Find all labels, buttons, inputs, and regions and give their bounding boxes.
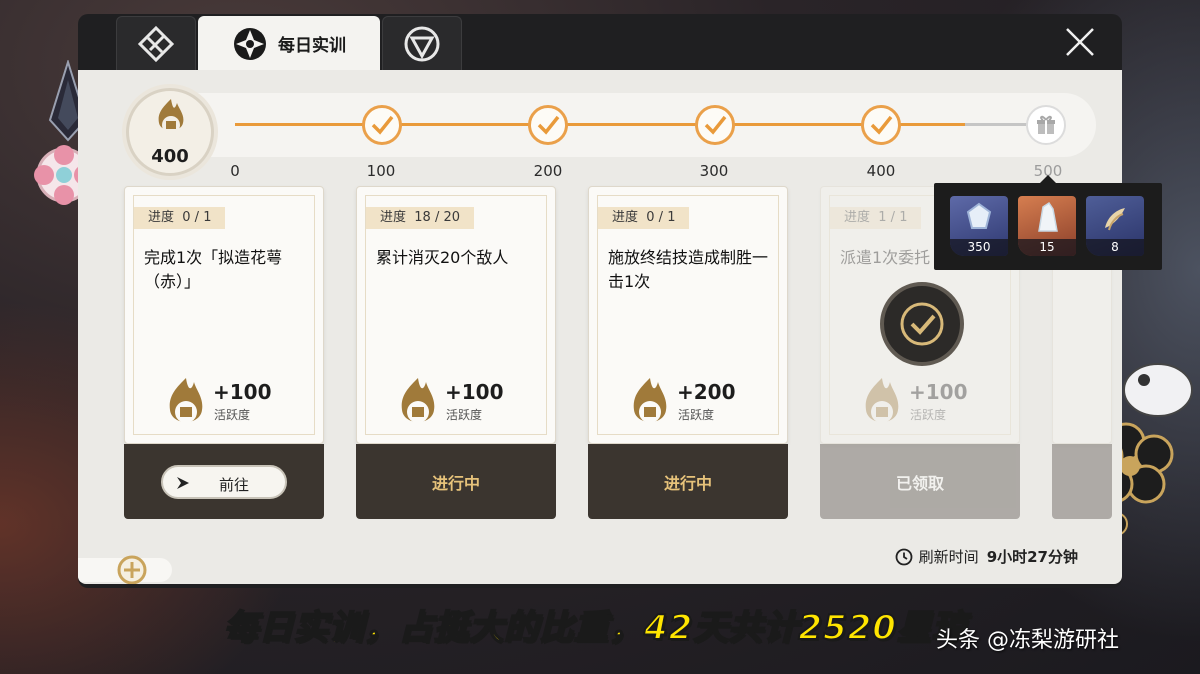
check-circle-icon <box>900 302 944 346</box>
daily-training-window: 每日实训 400 0 100 200 300 400 500 进度 0 / 1 … <box>78 14 1122 588</box>
feather-icon <box>1105 208 1125 231</box>
reward-item-count: 15 <box>1018 239 1076 256</box>
reward-value: +200 <box>677 380 736 404</box>
check-icon <box>537 115 560 135</box>
reward-label: 活跃度 <box>910 408 947 422</box>
go-button-label: 前往 <box>219 475 250 494</box>
task-card-body: 进度 18 / 20 累计消灭20个敌人 +100 活跃度 <box>356 186 556 444</box>
close-icon <box>1066 28 1094 56</box>
reward-item-count: 8 <box>1086 239 1144 256</box>
reward-item-count: 350 <box>950 239 1008 256</box>
refresh-timer: 刷新时间 9小时27分钟 <box>895 546 1078 567</box>
tab-bar: 每日实训 <box>78 14 1122 70</box>
reward-value: +100 <box>213 380 272 404</box>
task-card: 进度 18 / 20 累计消灭20个敌人 +100 活跃度 进行中 <box>356 186 556 519</box>
task-description: 累计消灭20个敌人 <box>376 248 509 267</box>
progress-line-todo <box>965 123 1027 126</box>
refresh-label: 刷新时间 <box>918 548 979 566</box>
reward-item-stellar-jade[interactable]: 350 <box>950 196 1008 256</box>
milestone-400-check <box>861 105 901 145</box>
tab-daily-training-label: 每日实训 <box>278 36 346 56</box>
tab-daily-training[interactable]: 每日实训 <box>198 16 380 70</box>
task-card: 进度 0 / 1 完成1次「拟造花萼（赤）」 +100 活跃度 前往 <box>124 186 324 519</box>
crossed-diamond-icon <box>137 25 175 62</box>
milestone-200-check <box>528 105 568 145</box>
reward-value: +100 <box>909 380 968 404</box>
reward-item-credit[interactable]: 8 <box>1086 196 1144 256</box>
task-progress-badge: 进度 0 / 1 <box>134 207 226 229</box>
task-card-footer: 进行中 <box>588 444 788 519</box>
task-description: 完成1次「拟造花萼（赤）」 <box>144 248 283 291</box>
compass-cross-icon <box>234 27 266 60</box>
task-progress-badge: 进度 1 / 1 <box>830 207 922 229</box>
reward-value: +100 <box>445 380 504 404</box>
task-status: 进行中 <box>663 473 712 493</box>
task-reward: +100 活跃度 <box>166 376 306 436</box>
task-reward: +200 活跃度 <box>630 376 770 436</box>
reward-item-crystal[interactable]: 15 <box>1018 196 1076 256</box>
content-area: 400 0 100 200 300 400 500 进度 0 / 1 完成1次「… <box>78 70 1122 584</box>
activity-flame-icon <box>633 378 667 423</box>
task-description: 施放终结技造成制胜一击1次 <box>608 248 769 291</box>
emblem-icon <box>117 555 147 584</box>
check-icon <box>371 115 394 135</box>
video-caption: 每日实训，占挺大的比重，42天共计2520星琼 <box>223 607 967 649</box>
activity-flame-icon <box>169 378 203 423</box>
milestone-300-check <box>695 105 735 145</box>
reward-popover: 350 15 8 <box>934 175 1162 270</box>
task-status: 进行中 <box>431 473 480 493</box>
activity-flame-icon <box>158 99 184 134</box>
go-button[interactable]: 前往 <box>161 464 287 499</box>
gift-icon <box>1037 115 1055 134</box>
task-card-footer: 已领取 <box>820 444 1020 519</box>
arrow-right-icon <box>177 476 189 489</box>
activity-score: 400 <box>126 88 214 176</box>
clock-icon <box>895 548 913 565</box>
reward-label: 活跃度 <box>446 408 483 422</box>
activity-flame-icon <box>865 378 899 423</box>
task-reward: +100 活跃度 <box>398 376 538 436</box>
activity-flame-icon <box>401 378 435 423</box>
milestone-500-gift[interactable] <box>1026 105 1066 145</box>
task-card-body: 进度 0 / 1 完成1次「拟造花萼（赤）」 +100 活跃度 <box>124 186 324 444</box>
triangle-badge-icon <box>404 26 440 61</box>
reward-label: 活跃度 <box>678 408 715 422</box>
tab-first[interactable] <box>116 16 196 70</box>
source-watermark: 头条 @冻梨游研社 <box>936 628 1119 653</box>
task-reward: +100 活跃度 <box>862 376 1002 436</box>
claimed-check-icon <box>880 282 964 366</box>
milestone-label: 400 <box>866 162 896 180</box>
tab-third[interactable] <box>382 16 462 70</box>
check-icon <box>870 115 893 135</box>
check-icon <box>704 115 727 135</box>
task-card: 进度 0 / 1 施放终结技造成制胜一击1次 +200 活跃度 进行中 <box>588 186 788 519</box>
task-card-footer: 前往 <box>124 444 324 519</box>
close-button[interactable] <box>1060 22 1100 62</box>
milestone-label: 0 <box>230 162 240 180</box>
task-progress-badge: 进度 0 / 1 <box>598 207 690 229</box>
reward-label: 活跃度 <box>214 408 251 422</box>
bottom-handle[interactable] <box>78 555 172 584</box>
activity-score-value: 400 <box>151 146 189 167</box>
crystal-icon <box>1038 201 1058 232</box>
milestone-100-check <box>362 105 402 145</box>
task-progress-badge: 进度 18 / 20 <box>366 207 475 229</box>
stellar-jade-icon <box>966 202 992 229</box>
milestone-label: 300 <box>699 162 729 180</box>
refresh-value: 9小时27分钟 <box>986 548 1078 566</box>
task-card-body: 进度 0 / 1 施放终结技造成制胜一击1次 +200 活跃度 <box>588 186 788 444</box>
milestone-label: 100 <box>366 162 396 180</box>
milestone-label: 200 <box>533 162 563 180</box>
progress-line-done <box>235 123 965 126</box>
task-card-footer: 进行中 <box>356 444 556 519</box>
task-status: 已领取 <box>895 473 944 493</box>
